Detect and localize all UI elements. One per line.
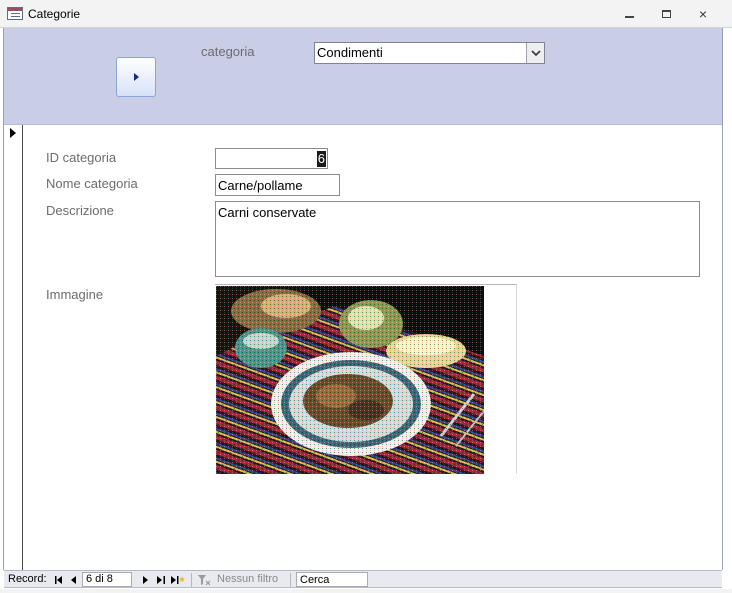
chevron-down-icon (530, 49, 541, 56)
description-value: Carni conservate (218, 205, 317, 220)
previous-record-button[interactable] (68, 574, 80, 586)
category-name-label: Nome categoria (46, 176, 138, 191)
category-name-field[interactable]: Carne/pollame (215, 174, 340, 196)
play-icon (133, 73, 139, 81)
next-record-button[interactable] (139, 574, 151, 586)
new-record-icon (171, 576, 185, 584)
filter-icon (197, 574, 211, 586)
description-label: Descrizione (46, 203, 114, 218)
current-record-icon (10, 128, 16, 138)
record-navigation-bar: Record: 6 di 8 Nessun filtro (4, 570, 722, 588)
id-category-field[interactable]: 6 (215, 148, 328, 169)
nav-separator (290, 573, 291, 587)
record-selector[interactable] (4, 125, 23, 570)
category-name-value: Carne/pollame (218, 178, 303, 193)
category-label: categoria (201, 44, 255, 59)
restore-button[interactable] (651, 4, 681, 24)
go-to-category-button[interactable] (116, 57, 156, 97)
first-record-icon (55, 576, 62, 584)
form-icon (7, 7, 23, 20)
search-input[interactable] (296, 572, 368, 587)
image-label: Immagine (46, 287, 104, 302)
next-record-icon (143, 576, 148, 584)
first-record-button[interactable] (53, 574, 65, 586)
description-field[interactable]: Carni conservate (215, 201, 700, 277)
window-title: Categorie (28, 7, 81, 21)
minimize-button[interactable] (614, 4, 644, 24)
new-record-button[interactable] (170, 574, 186, 586)
id-category-label: ID categoria (46, 150, 117, 165)
title-bar: Categorie × (0, 0, 732, 28)
form-header: categoria Condimenti (4, 28, 722, 125)
minimize-icon (624, 15, 634, 18)
nav-separator (191, 573, 192, 587)
record-label: Record: (8, 573, 47, 585)
last-record-button[interactable] (155, 574, 167, 586)
window-bottom-edge (0, 589, 732, 593)
restore-icon (661, 10, 671, 18)
current-record-field[interactable]: 6 di 8 (82, 572, 132, 587)
previous-record-icon (71, 576, 76, 584)
last-record-icon (157, 576, 165, 584)
filter-status[interactable]: Nessun filtro (217, 573, 278, 586)
close-icon: × (698, 6, 708, 22)
close-button[interactable]: × (688, 4, 718, 24)
category-combo[interactable]: Condimenti (314, 42, 545, 64)
category-image-frame[interactable] (215, 284, 517, 474)
category-combo-value: Condimenti (317, 45, 383, 60)
combo-dropdown-button[interactable] (526, 43, 544, 63)
id-category-value: 6 (316, 151, 326, 167)
category-photo (216, 286, 484, 474)
